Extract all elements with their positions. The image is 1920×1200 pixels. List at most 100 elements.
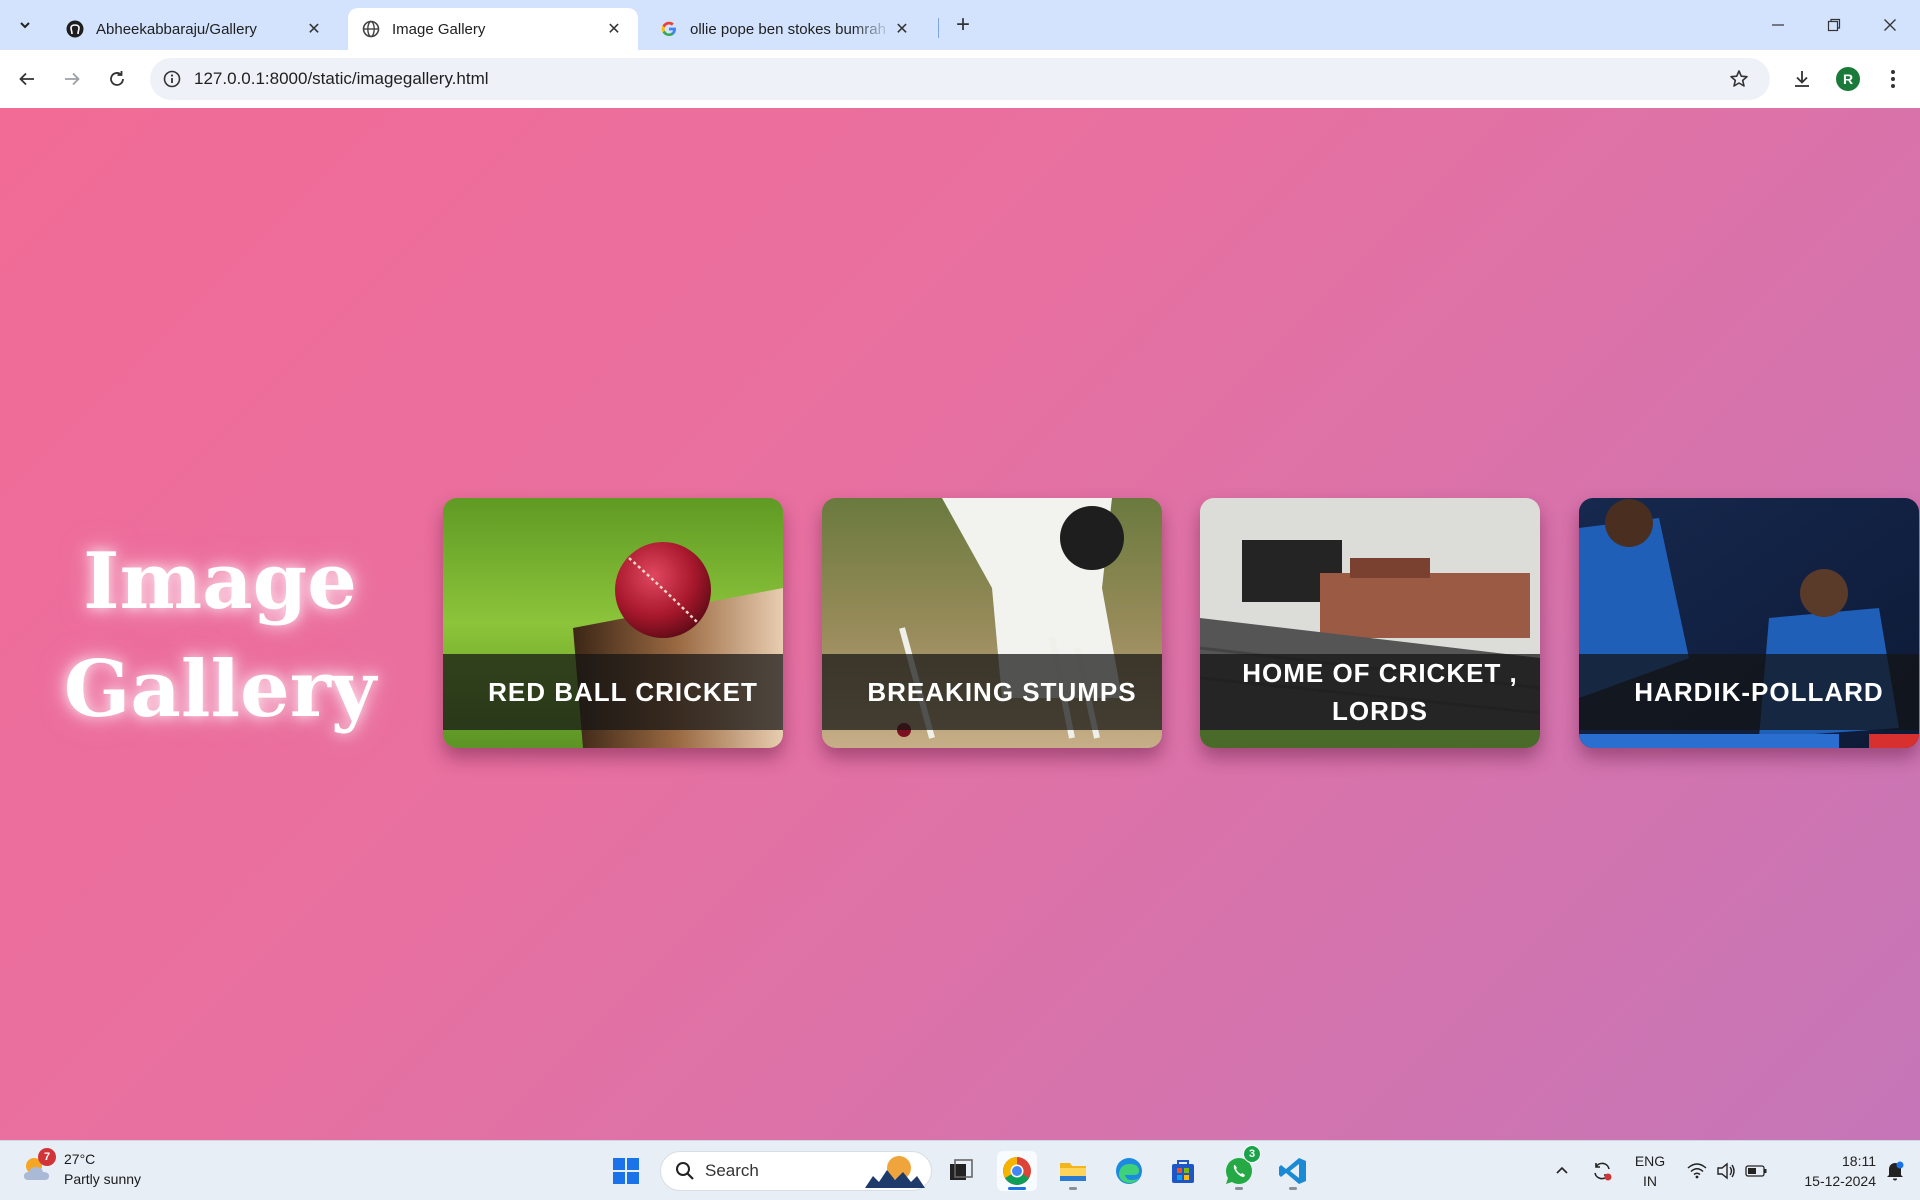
chrome-icon [1003, 1157, 1031, 1185]
downloads-button[interactable] [1785, 62, 1819, 96]
arrow-right-icon [65, 72, 80, 86]
battery-icon [1745, 1165, 1767, 1177]
close-window-button[interactable] [1862, 0, 1918, 50]
site-info-icon[interactable] [162, 69, 182, 89]
input-language-indicator[interactable]: ENG IN [1628, 1141, 1672, 1200]
page-title-line2: Gallery [63, 644, 377, 735]
weather-description: Partly sunny [64, 1171, 142, 1187]
sync-status-button[interactable] [1586, 1141, 1618, 1200]
close-icon[interactable]: ✕ [304, 19, 324, 39]
gallery-card-red-ball[interactable]: RED BALL CRICKET [443, 498, 783, 748]
tab-title: ollie pope ben stokes bumrah b [690, 20, 892, 38]
notifications-button[interactable] [1880, 1141, 1910, 1200]
reload-icon [110, 71, 124, 86]
windows-taskbar: 7 27°C Partly sunny Search 3 ENG IN 18:1… [0, 1140, 1920, 1200]
volume-button[interactable] [1713, 1141, 1739, 1200]
gallery-card-lords[interactable]: HOME OF CRICKET , LORDS [1200, 498, 1540, 748]
taskbar-chrome[interactable] [997, 1151, 1037, 1191]
google-icon [660, 20, 678, 38]
task-view-button[interactable] [941, 1151, 981, 1191]
region-code: IN [1643, 1173, 1657, 1189]
plus-icon: + [955, 11, 970, 38]
folder-icon [1060, 1163, 1086, 1181]
card-caption: HOME OF CRICKET , LORDS [1200, 654, 1540, 730]
active-indicator [1008, 1187, 1026, 1190]
clock-time: 18:11 [1842, 1153, 1876, 1169]
restore-button[interactable] [1806, 0, 1862, 50]
show-hidden-icons-button[interactable] [1548, 1141, 1576, 1200]
wifi-button[interactable] [1684, 1141, 1710, 1200]
url-text[interactable]: 127.0.0.1:8000/static/imagegallery.html [194, 69, 1724, 89]
sync-icon [1594, 1162, 1612, 1181]
tab-google-search[interactable]: ollie pope ben stokes bumrah b ✕ [646, 8, 926, 50]
card-caption: BREAKING STUMPS [822, 654, 1162, 730]
taskbar-store[interactable] [1163, 1151, 1203, 1191]
whatsapp-unread-badge: 3 [1243, 1145, 1261, 1163]
battery-button[interactable] [1742, 1141, 1770, 1200]
taskbar-edge[interactable] [1109, 1151, 1149, 1191]
restore-icon [1827, 18, 1841, 32]
clock[interactable]: 18:11 15-12-2024 [1782, 1141, 1876, 1200]
gallery-card-breaking-stumps[interactable]: BREAKING STUMPS [822, 498, 1162, 748]
more-vertical-icon [1891, 70, 1895, 88]
tab-github[interactable]: Abheekabbaraju/Gallery ✕ [52, 8, 338, 50]
vscode-icon [1279, 1158, 1306, 1184]
new-tab-button[interactable]: + [948, 10, 978, 40]
gallery-card-hardik-pollard[interactable]: HARDIK-POLLARD [1579, 498, 1919, 748]
open-indicator [1069, 1187, 1077, 1190]
search-icon [676, 1162, 694, 1180]
store-icon [1172, 1160, 1194, 1183]
taskbar-vscode[interactable] [1273, 1151, 1313, 1191]
open-indicator [1235, 1187, 1243, 1190]
taskbar-search-label: Search [705, 1161, 759, 1180]
close-icon [1884, 19, 1896, 31]
taskbar-whatsapp[interactable]: 3 [1219, 1145, 1261, 1191]
partly-sunny-icon: 7 [20, 1148, 56, 1186]
github-icon [66, 20, 84, 38]
chevron-up-icon [1556, 1166, 1568, 1174]
task-view-icon [950, 1159, 973, 1180]
edge-icon [1116, 1158, 1142, 1184]
forward-button[interactable] [55, 62, 89, 96]
weather-widget[interactable]: 7 27°C Partly sunny [20, 1148, 142, 1189]
tab-separator [938, 18, 939, 38]
windows-logo-icon [613, 1158, 639, 1184]
speaker-icon [1717, 1162, 1735, 1180]
wifi-icon [1687, 1163, 1707, 1179]
address-bar[interactable]: 127.0.0.1:8000/static/imagegallery.html [150, 58, 1770, 100]
taskbar-file-explorer[interactable] [1053, 1151, 1093, 1191]
close-icon[interactable]: ✕ [604, 19, 624, 39]
tab-title: Image Gallery [392, 20, 486, 38]
clock-date: 15-12-2024 [1804, 1173, 1876, 1189]
language-code: ENG [1634, 1153, 1666, 1169]
weather-temperature: 27°C [64, 1151, 96, 1167]
tab-search-button[interactable] [10, 10, 40, 40]
download-icon [1795, 71, 1809, 87]
chevron-down-icon [20, 22, 30, 29]
page-content: Image Gallery RED BALL CRICKET BREAKING … [0, 108, 1920, 1140]
bookmark-star-icon[interactable] [1724, 69, 1754, 89]
tab-title: Abheekabbaraju/Gallery [96, 20, 257, 38]
card-caption: RED BALL CRICKET [443, 654, 783, 730]
open-indicator [1289, 1187, 1297, 1190]
browser-toolbar: 127.0.0.1:8000/static/imagegallery.html [0, 50, 1920, 108]
back-button[interactable] [10, 62, 44, 96]
tab-image-gallery[interactable]: Image Gallery ✕ [348, 8, 638, 50]
start-button[interactable] [606, 1151, 646, 1191]
arrow-left-icon [19, 72, 34, 86]
close-icon[interactable]: ✕ [892, 19, 912, 39]
globe-icon [362, 20, 380, 38]
search-highlight-icon [865, 1156, 925, 1188]
weather-alert-badge: 7 [38, 1148, 56, 1166]
tab-strip: Abheekabbaraju/Gallery ✕ Image Gallery ✕… [0, 0, 1920, 50]
page-title: Image Gallery [60, 528, 380, 744]
card-caption: HARDIK-POLLARD [1579, 654, 1919, 730]
minimize-button[interactable] [1750, 0, 1806, 50]
minimize-icon [1772, 24, 1784, 26]
page-title-line1: Image [83, 536, 357, 627]
profile-avatar[interactable]: R [1836, 67, 1860, 91]
bell-icon [1887, 1161, 1904, 1181]
taskbar-search[interactable]: Search [660, 1151, 932, 1191]
reload-button[interactable] [100, 62, 134, 96]
browser-menu-button[interactable] [1876, 62, 1910, 96]
